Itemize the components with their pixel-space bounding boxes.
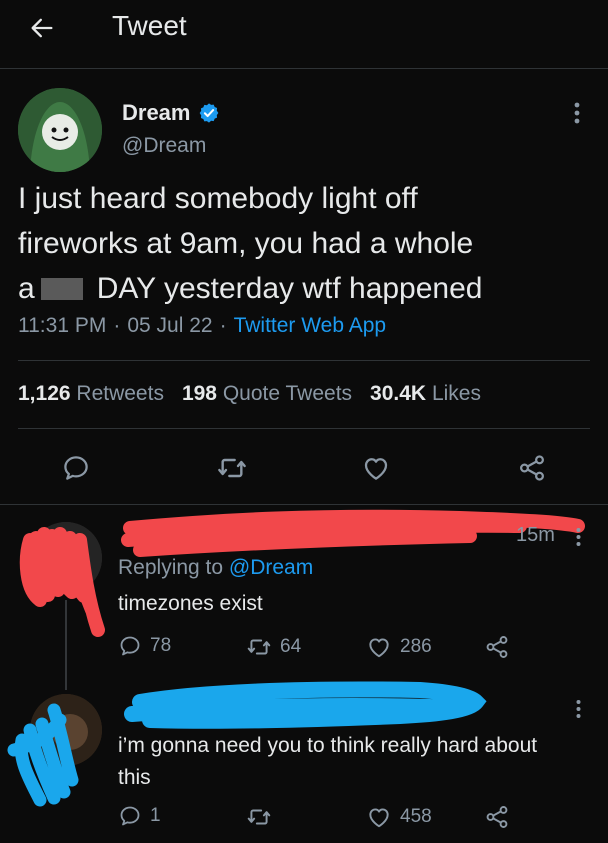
reply-text-line: i’m gonna need you to think really hard …: [118, 734, 538, 757]
reply-time: 15m: [516, 524, 555, 546]
share-icon: [519, 455, 545, 481]
reply-more-button[interactable]: [566, 522, 590, 552]
replying-to-handle[interactable]: @Dream: [229, 556, 313, 579]
retweets-label: Retweets: [76, 382, 164, 405]
share-icon: [486, 636, 508, 658]
quotes-count: 198: [181, 382, 217, 405]
retweet-button[interactable]: [212, 448, 252, 488]
reply-like-button[interactable]: 286: [366, 634, 432, 660]
like-count: 286: [400, 636, 432, 657]
share-button[interactable]: [512, 448, 552, 488]
reply-retweet-button[interactable]: [246, 804, 280, 830]
share-icon: [486, 806, 508, 828]
meta-divider: [18, 360, 590, 361]
heart-icon: [369, 638, 389, 658]
likes-label: Likes: [431, 382, 481, 405]
tweet-meta: 11:31 PM · 05 Jul 22 · Twitter Web App: [18, 314, 386, 338]
reply-actions: 1 458: [118, 804, 598, 836]
retweet-count: 64: [280, 636, 302, 657]
author-name-row[interactable]: Dream: [122, 100, 220, 126]
meta-separator: ·: [113, 314, 121, 337]
retweet-icon: [247, 809, 271, 825]
tweet-text-line: fireworks at 9am, you had a whole: [18, 227, 474, 260]
replying-to-prefix: Replying to: [118, 556, 224, 579]
like-count: 458: [400, 806, 432, 827]
reply-reply-button[interactable]: 78: [118, 634, 171, 658]
reply-button[interactable]: [56, 448, 96, 488]
reply-icon: [64, 456, 88, 480]
author-name: Dream: [122, 100, 191, 125]
retweet-icon: [218, 458, 246, 478]
meta-separator: ·: [219, 314, 227, 337]
more-vertical-icon: [574, 102, 580, 124]
reply-icon: [120, 636, 140, 656]
likes-stat[interactable]: 30.4K Likes: [370, 382, 481, 406]
tweet-text-line: a DAY yesterday wtf happened: [18, 266, 598, 311]
tweet-stats: 1,126 Retweets 198 Quote Tweets 30.4K Li…: [18, 382, 481, 406]
reply-retweet-button[interactable]: 64: [246, 634, 301, 660]
reply-text-line: this: [118, 766, 151, 789]
more-options-button[interactable]: [562, 96, 592, 130]
retweets-stat[interactable]: 1,126 Retweets: [18, 382, 164, 406]
avatar[interactable]: [18, 88, 102, 172]
tweet-text-fragment: a: [18, 272, 35, 305]
arrow-left-icon: [31, 18, 53, 38]
tweet-source-link[interactable]: Twitter Web App: [234, 314, 387, 338]
reply-icon: [120, 806, 140, 826]
tweet-time: 11:31 PM: [18, 314, 107, 337]
page-title: Tweet: [112, 10, 187, 41]
back-button[interactable]: [22, 8, 62, 48]
reply-text: i’m gonna need you to think really hard …: [118, 730, 537, 794]
reply-count: 1: [150, 805, 161, 826]
likes-count: 30.4K: [370, 382, 427, 405]
like-button[interactable]: [356, 448, 396, 488]
verified-badge-icon: [200, 103, 219, 123]
more-vertical-icon: [576, 700, 580, 718]
tweet-text-line: I just heard somebody light off: [18, 182, 418, 215]
author-handle: @Dream: [122, 134, 207, 157]
tweet-date: 05 Jul 22: [127, 314, 213, 337]
reply-count: 78: [150, 635, 172, 656]
retweet-icon: [247, 639, 271, 655]
tweet-text: I just heard somebody light off firework…: [18, 176, 598, 311]
retweets-count: 1,126: [18, 382, 71, 405]
quotes-stat[interactable]: 198 Quote Tweets: [182, 382, 352, 406]
reply-like-button[interactable]: 458: [366, 804, 432, 830]
tweet-text-fragment: DAY yesterday wtf happened: [96, 272, 483, 305]
reply-text: timezones exist: [118, 592, 263, 615]
reply-share-button[interactable]: [484, 804, 510, 830]
reply-reply-button[interactable]: 1: [118, 804, 161, 828]
header-divider: [0, 68, 608, 69]
quotes-label: Quote Tweets: [222, 382, 353, 405]
replying-to: Replying to @Dream: [118, 556, 313, 580]
censor-bar: [40, 277, 83, 300]
reply-actions: 78 64 286: [118, 634, 598, 666]
reply-share-button[interactable]: [484, 634, 510, 660]
more-vertical-icon: [576, 528, 580, 546]
heart-icon: [369, 808, 389, 828]
stats-divider: [18, 428, 590, 429]
heart-icon: [364, 458, 388, 480]
reply-more-button[interactable]: [566, 694, 590, 724]
